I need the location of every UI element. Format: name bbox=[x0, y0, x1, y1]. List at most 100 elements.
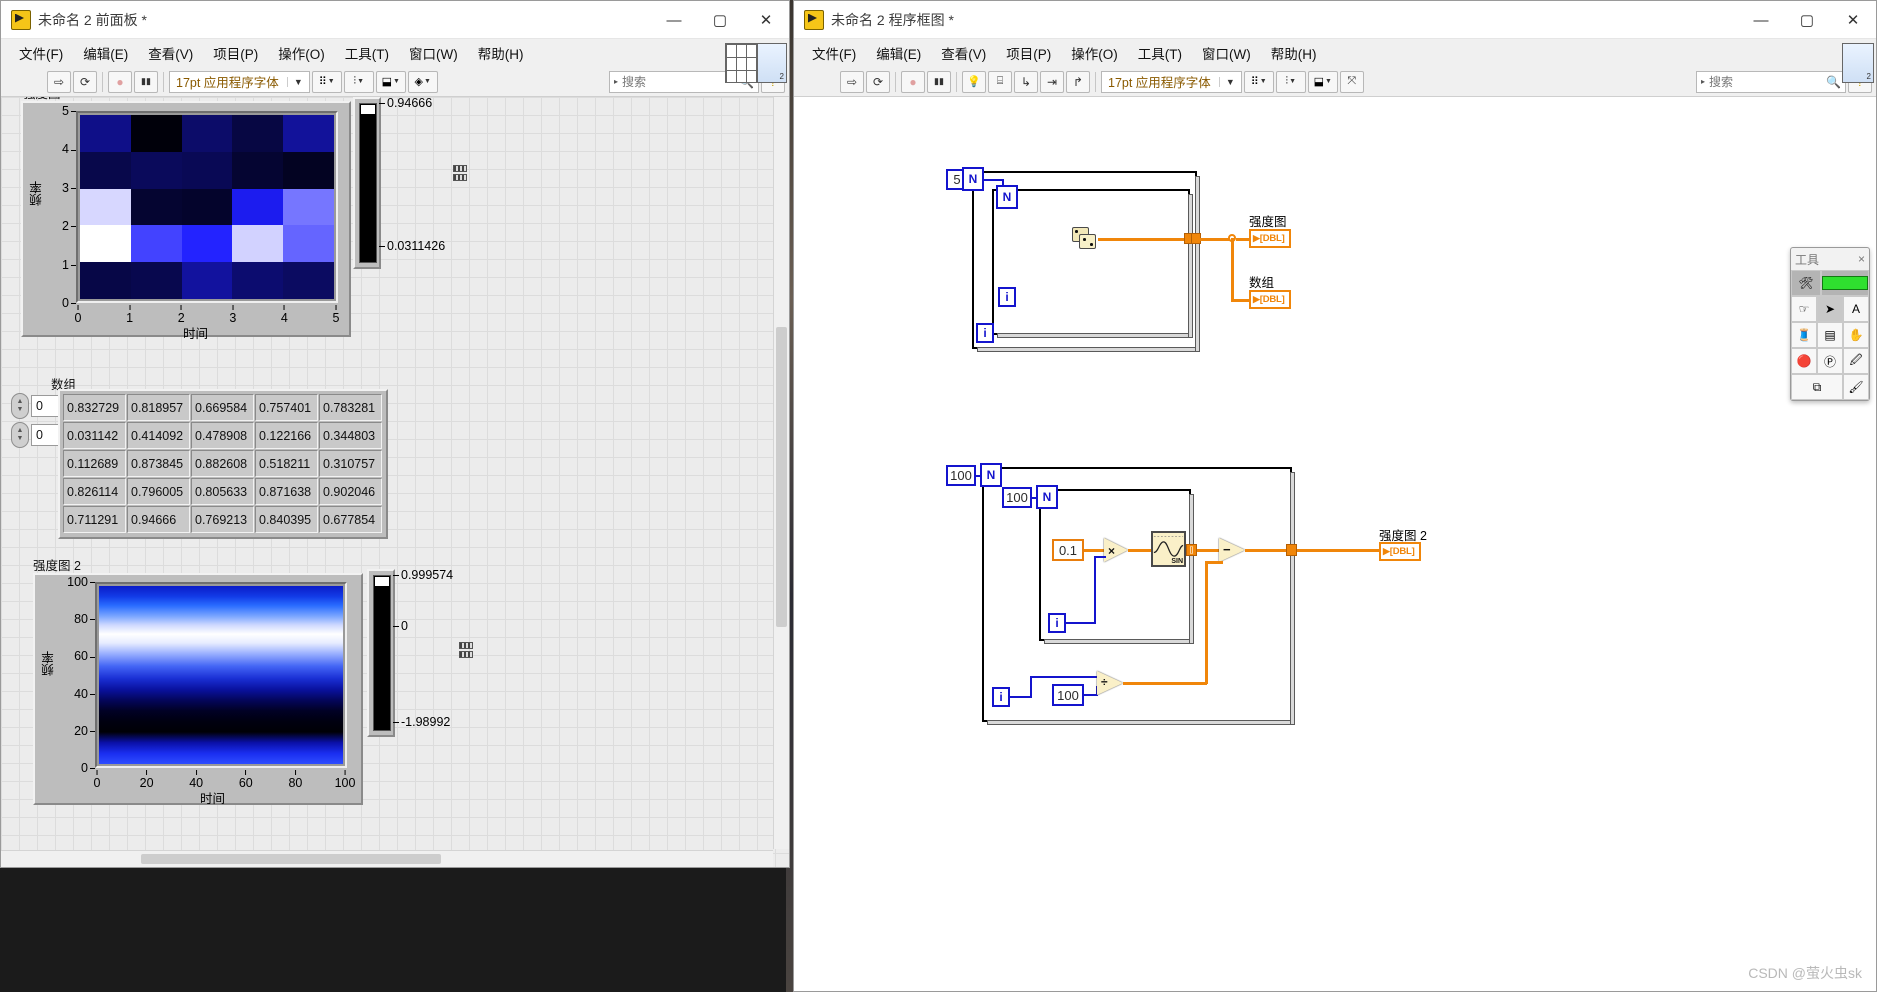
block-diagram-titlebar[interactable]: 未命名 2 程序框图 * — ▢ ✕ bbox=[794, 1, 1876, 39]
menu-view[interactable]: 查看(V) bbox=[138, 40, 203, 66]
indicator-terminal-intensity-graph[interactable]: ▶ [DBL] bbox=[1249, 229, 1291, 248]
array-cell[interactable]: 0.478908 bbox=[191, 422, 254, 449]
graph-palette-icon-a[interactable] bbox=[459, 642, 473, 649]
inner-loop-count-constant-100[interactable]: 100 bbox=[1002, 487, 1032, 508]
array-index-row[interactable]: ▲ ▼ 0 bbox=[11, 393, 65, 419]
graph2-plot[interactable] bbox=[99, 586, 343, 764]
array-table[interactable]: 0.832729 0.818957 0.669584 0.757401 0.783281… bbox=[58, 389, 388, 539]
abort-execution-button[interactable]: ● bbox=[108, 70, 132, 93]
array-cell[interactable]: 0.840395 bbox=[255, 506, 318, 533]
graph1-colorbar-wrap[interactable] bbox=[353, 97, 381, 269]
automatic-tool-selection-icon[interactable]: 🛠 bbox=[1791, 270, 1821, 296]
front-panel-titlebar[interactable]: 未命名 2 前面板 * — ▢ ✕ bbox=[1, 1, 789, 39]
outer-loop-2-n-terminal[interactable]: N bbox=[980, 463, 1002, 487]
font-selector[interactable]: 17pt 应用程序字体 ▼ bbox=[1101, 70, 1242, 93]
graph-palette-icon-a[interactable] bbox=[453, 165, 467, 172]
run-continuously-button[interactable]: ⟳ bbox=[73, 70, 97, 93]
divide-function-icon[interactable]: ÷ bbox=[1097, 671, 1125, 696]
set-clear-breakpoint-icon[interactable]: 🔴 bbox=[1791, 348, 1817, 374]
indicator-terminal-array[interactable]: ▶ [DBL] bbox=[1249, 290, 1291, 309]
front-panel-horizontal-scrollbar[interactable] bbox=[1, 850, 773, 867]
array-cell[interactable]: 0.677854 bbox=[319, 506, 382, 533]
intensity-graph-1[interactable]: 0 1 2 3 4 5 频率 0 1 2 3 4 5 时间 bbox=[21, 101, 351, 341]
minimize-button[interactable]: — bbox=[651, 1, 697, 39]
indicator-terminal-intensity-graph-2[interactable]: ▶ [DBL] bbox=[1379, 542, 1421, 561]
array-cell[interactable]: 0.796005 bbox=[127, 478, 190, 505]
array-cell[interactable]: 0.769213 bbox=[191, 506, 254, 533]
inner-loop-2-i-terminal[interactable]: i bbox=[1048, 613, 1066, 633]
array-cell[interactable]: 0.711291 bbox=[63, 506, 126, 533]
step-into-button[interactable]: ↳ bbox=[1014, 70, 1038, 93]
step-over-button[interactable]: ⇥ bbox=[1040, 70, 1064, 93]
maximize-button[interactable]: ▢ bbox=[697, 1, 743, 39]
array-index-col[interactable]: ▲ ▼ 0 bbox=[11, 422, 65, 448]
operate-value-icon[interactable]: ☞ bbox=[1791, 296, 1817, 322]
automatic-tool-indicator[interactable] bbox=[1821, 270, 1869, 296]
block-diagram-canvas[interactable]: 5 N N i i 强度图 ▶ [DBL] 数组 ▶ [DBL] 100 N 1… bbox=[794, 97, 1876, 991]
scroll-window-icon[interactable]: ✋ bbox=[1843, 322, 1869, 348]
menu-view[interactable]: 查看(V) bbox=[931, 40, 996, 66]
sine-function-icon[interactable]: SIN bbox=[1151, 531, 1186, 567]
tools-palette[interactable]: 工具 × 🛠 ☞ ➤ A 🧵 ▤ ✋ 🔴 Ⓟ 🖉 ⧉ 🖌 bbox=[1790, 247, 1870, 401]
array-cell[interactable]: 0.031142 bbox=[63, 422, 126, 449]
menu-window[interactable]: 窗口(W) bbox=[399, 40, 468, 66]
multiply-function-icon[interactable]: × bbox=[1104, 538, 1130, 563]
front-panel-canvas[interactable]: 强度图 0 1 2 3 4 5 频率 0 1 2 3 bbox=[1, 97, 789, 867]
menu-project[interactable]: 项目(P) bbox=[996, 40, 1061, 66]
step-out-button[interactable]: ↱ bbox=[1066, 70, 1090, 93]
connect-wire-icon[interactable]: 🧵 bbox=[1791, 322, 1817, 348]
array-cell[interactable]: 0.757401 bbox=[255, 394, 318, 421]
array-cell[interactable]: 0.669584 bbox=[191, 394, 254, 421]
align-objects-button[interactable]: ⠿ ▼ bbox=[1243, 70, 1274, 93]
random-number-dice-icon[interactable] bbox=[1072, 227, 1098, 251]
array-cell[interactable]: 0.344803 bbox=[319, 422, 382, 449]
array-cell[interactable]: 0.832729 bbox=[63, 394, 126, 421]
retain-wire-values-button[interactable]: ⌸ bbox=[988, 70, 1012, 93]
abort-execution-button[interactable]: ● bbox=[901, 70, 925, 93]
array-cell[interactable]: 0.902046 bbox=[319, 478, 382, 505]
vertical-scroll-thumb[interactable] bbox=[776, 327, 787, 627]
graph2-colorbar-wrap[interactable] bbox=[367, 569, 395, 737]
pause-button[interactable]: ▮▮ bbox=[927, 70, 951, 93]
inner-loop-2-n-terminal[interactable]: N bbox=[1036, 485, 1058, 509]
object-shortcut-menu-icon[interactable]: ▤ bbox=[1817, 322, 1843, 348]
graph-palette-icon-b[interactable] bbox=[459, 651, 473, 658]
pause-button[interactable]: ▮▮ bbox=[134, 70, 158, 93]
connector-pane[interactable] bbox=[725, 43, 757, 83]
inner-for-loop-1[interactable] bbox=[992, 189, 1193, 338]
close-icon[interactable]: × bbox=[1858, 252, 1865, 266]
array-cell[interactable]: 0.518211 bbox=[255, 450, 318, 477]
array-cell[interactable]: 0.873845 bbox=[127, 450, 190, 477]
menu-tools[interactable]: 工具(T) bbox=[335, 40, 399, 66]
inner-loop-2-output-tunnel[interactable]: [] bbox=[1186, 544, 1197, 556]
graph2-palette-icons[interactable] bbox=[459, 642, 473, 660]
search-input[interactable]: ▸ 搜索 🔍 bbox=[1696, 70, 1846, 93]
menu-help[interactable]: 帮助(H) bbox=[1261, 40, 1327, 66]
horizontal-scroll-thumb[interactable] bbox=[141, 854, 441, 864]
array-cell[interactable]: 0.871638 bbox=[255, 478, 318, 505]
color-copy-icon[interactable]: ⧉ bbox=[1791, 374, 1843, 400]
position-size-select-icon[interactable]: ➤ bbox=[1817, 296, 1843, 322]
array-cell[interactable]: 0.112689 bbox=[63, 450, 126, 477]
run-button[interactable]: ⇨ bbox=[840, 70, 864, 93]
get-color-icon[interactable]: 🖉 bbox=[1843, 348, 1869, 374]
menu-edit[interactable]: 编辑(E) bbox=[866, 40, 931, 66]
minimize-button[interactable]: — bbox=[1738, 1, 1784, 39]
distribute-objects-button[interactable]: ⫶ ▼ bbox=[343, 70, 374, 93]
set-color-icon[interactable]: 🖌 bbox=[1843, 374, 1869, 400]
array-cell[interactable]: 0.122166 bbox=[255, 422, 318, 449]
array-row-spinner[interactable]: ▲ ▼ bbox=[11, 393, 29, 419]
constant-100-divisor[interactable]: 100 bbox=[1052, 684, 1084, 706]
array-cell[interactable]: 0.94666 bbox=[127, 506, 190, 533]
edit-text-icon[interactable]: A bbox=[1843, 296, 1869, 322]
reorder-objects-button[interactable]: ◈ ▼ bbox=[407, 70, 438, 93]
menu-file[interactable]: 文件(F) bbox=[9, 40, 73, 66]
array-cell[interactable]: 0.826114 bbox=[63, 478, 126, 505]
align-objects-button[interactable]: ⠿ ▼ bbox=[311, 70, 342, 93]
array-cell[interactable]: 0.310757 bbox=[319, 450, 382, 477]
vi-icon[interactable]: 2 bbox=[1842, 43, 1874, 83]
close-button[interactable]: ✕ bbox=[1830, 1, 1876, 39]
outer-loop-2-i-terminal[interactable]: i bbox=[992, 687, 1010, 707]
array-cell[interactable]: 0.805633 bbox=[191, 478, 254, 505]
array-cell[interactable]: 0.818957 bbox=[127, 394, 190, 421]
